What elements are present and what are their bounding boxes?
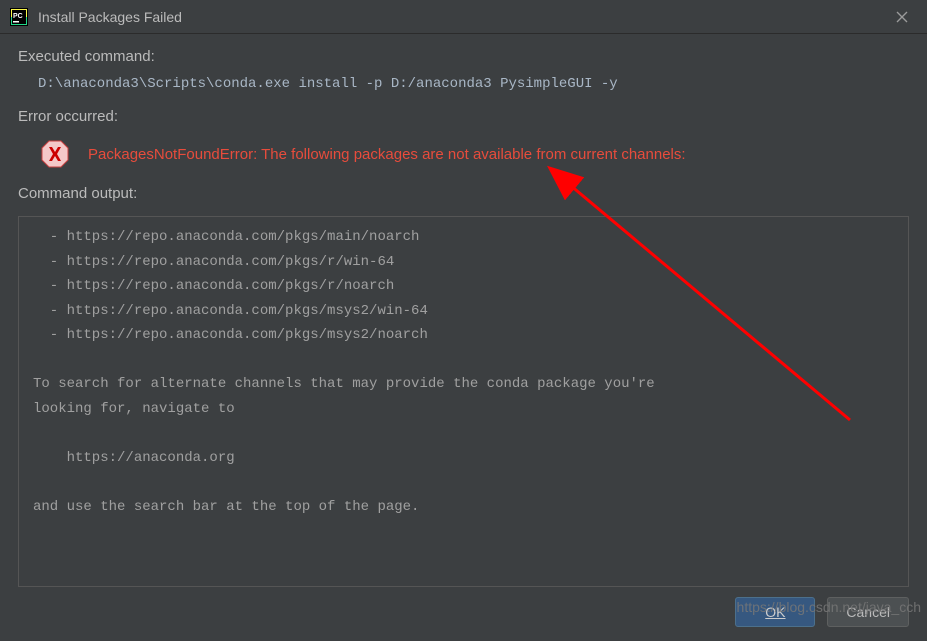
error-row: PackagesNotFoundError: The following pac… bbox=[18, 133, 909, 181]
pycharm-icon: PC bbox=[10, 8, 28, 26]
svg-text:PC: PC bbox=[13, 13, 23, 20]
close-icon bbox=[896, 11, 908, 23]
error-x-icon bbox=[40, 139, 70, 169]
command-output-label: Command output: bbox=[18, 185, 909, 202]
watermark-text: https://blog.csdn.net/java_cch bbox=[737, 599, 921, 615]
command-output-textarea[interactable]: - https://repo.anaconda.com/pkgs/main/no… bbox=[18, 216, 909, 587]
titlebar: PC Install Packages Failed bbox=[0, 0, 927, 34]
window-title: Install Packages Failed bbox=[38, 9, 887, 25]
install-failed-dialog: PC Install Packages Failed Executed comm… bbox=[0, 0, 927, 641]
error-message-text: PackagesNotFoundError: The following pac… bbox=[88, 146, 686, 163]
dialog-content: Executed command: D:\anaconda3\Scripts\c… bbox=[0, 34, 927, 597]
executed-command-label: Executed command: bbox=[18, 48, 909, 65]
executed-command-value: D:\anaconda3\Scripts\conda.exe install -… bbox=[18, 73, 909, 104]
close-button[interactable] bbox=[887, 2, 917, 32]
error-occurred-label: Error occurred: bbox=[18, 108, 909, 125]
